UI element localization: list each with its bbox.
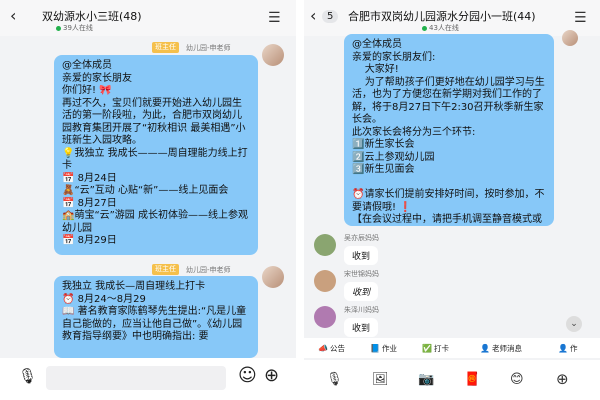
- tab-homework[interactable]: 📘 作业: [370, 343, 397, 354]
- divider: [296, 0, 304, 400]
- tab-teacher-messages[interactable]: 👤 老师消息: [480, 343, 522, 354]
- parent-avatar[interactable]: [314, 306, 336, 328]
- teacher-avatar[interactable]: [262, 266, 284, 288]
- voice-icon[interactable]: 🎙: [18, 367, 37, 385]
- tab-announcement[interactable]: 📣 公告: [318, 343, 345, 354]
- plus-icon[interactable]: ⊕: [556, 370, 569, 388]
- chat-header: ‹ 双幼源水小三班(48) 39人在线 ☰: [0, 0, 296, 36]
- message-bubble[interactable]: @全体成员 亲爱的家长朋友 你们好! 🎀 再过不久，宝贝们就要开始进入幼儿园生活…: [54, 55, 258, 255]
- person-icon: 👤: [558, 344, 568, 353]
- sender-name: 吴亦辰妈妈: [344, 234, 379, 242]
- tab-more[interactable]: 👤 作: [558, 343, 577, 354]
- online-status: 43人在线: [422, 23, 459, 33]
- image-icon[interactable]: 🖼: [372, 372, 389, 387]
- sender-name: 宋世锦妈妈: [344, 270, 379, 278]
- reply-bubble[interactable]: 收到: [344, 318, 379, 337]
- back-icon[interactable]: ‹: [310, 6, 316, 25]
- role-tag: 班主任: [152, 42, 179, 53]
- menu-icon[interactable]: ☰: [268, 10, 281, 26]
- back-icon[interactable]: ‹: [10, 6, 16, 25]
- quick-tabs: 📣 公告 📘 作业 ✅ 打卡 👤 老师消息 👤 作: [304, 338, 600, 358]
- teacher-avatar[interactable]: [562, 30, 578, 46]
- check-icon: ✅: [422, 344, 432, 353]
- red-packet-icon[interactable]: 🧧: [464, 372, 480, 387]
- megaphone-icon: 📣: [318, 344, 328, 353]
- tab-checkin[interactable]: ✅ 打卡: [422, 343, 449, 354]
- scroll-down-icon[interactable]: ⌄: [566, 316, 582, 332]
- reply-bubble[interactable]: 收到: [344, 282, 379, 301]
- emoji-icon[interactable]: 😊: [510, 372, 524, 387]
- message-input[interactable]: [46, 366, 226, 390]
- chat-title: 双幼源水小三班(48): [42, 10, 142, 23]
- chat-title: 合肥市双岗幼儿园源水分园小一班(44): [348, 10, 536, 23]
- sender-name: 幼儿园-申老师: [186, 266, 231, 274]
- left-chat-panel: ‹ 双幼源水小三班(48) 39人在线 ☰ 班主任 幼儿园-申老师 @全体成员 …: [0, 0, 296, 400]
- online-status: 39人在线: [56, 23, 93, 33]
- book-icon: 📘: [370, 344, 380, 353]
- input-bar: 🎙 ☺ ⊕: [0, 358, 296, 400]
- online-dot-icon: [56, 25, 61, 31]
- right-chat-panel: ‹ 5 合肥市双岗幼儿园源水分园小一班(44) 43人在线 ☰ @全体成员 亲爱…: [304, 0, 600, 400]
- teacher-avatar[interactable]: [262, 44, 284, 66]
- sender-name: 幼儿园-申老师: [186, 44, 231, 52]
- message-bubble[interactable]: 我独立 我成长—周自理线上打卡 ⏰ 8月24～8月29 📖 著名教育家陈鹤琴先生…: [54, 276, 258, 358]
- bottom-toolbar: 🎙 🖼 📷 🧧 😊 ⊕: [304, 360, 600, 400]
- emoji-icon[interactable]: ☺: [238, 365, 257, 386]
- parent-avatar[interactable]: [314, 234, 336, 256]
- chat-header: ‹ 5 合肥市双岗幼儿园源水分园小一班(44) 43人在线 ☰: [304, 0, 600, 36]
- sender-name: 朱泽川妈妈: [344, 306, 379, 314]
- camera-icon[interactable]: 📷: [418, 372, 434, 387]
- message-bubble[interactable]: @全体成员 亲爱的家长朋友们: 大家好! 为了帮助孩子们更好地在幼儿园学习与生活…: [344, 34, 554, 226]
- role-tag: 班主任: [152, 264, 179, 275]
- unread-badge[interactable]: 5: [322, 10, 339, 23]
- microphone-icon[interactable]: 🎙: [326, 372, 343, 387]
- online-dot-icon: [422, 25, 427, 31]
- menu-icon[interactable]: ☰: [574, 10, 587, 26]
- plus-icon[interactable]: ⊕: [264, 365, 279, 386]
- reply-bubble[interactable]: 收到: [344, 246, 379, 265]
- person-icon: 👤: [480, 344, 490, 353]
- parent-avatar[interactable]: [314, 270, 336, 292]
